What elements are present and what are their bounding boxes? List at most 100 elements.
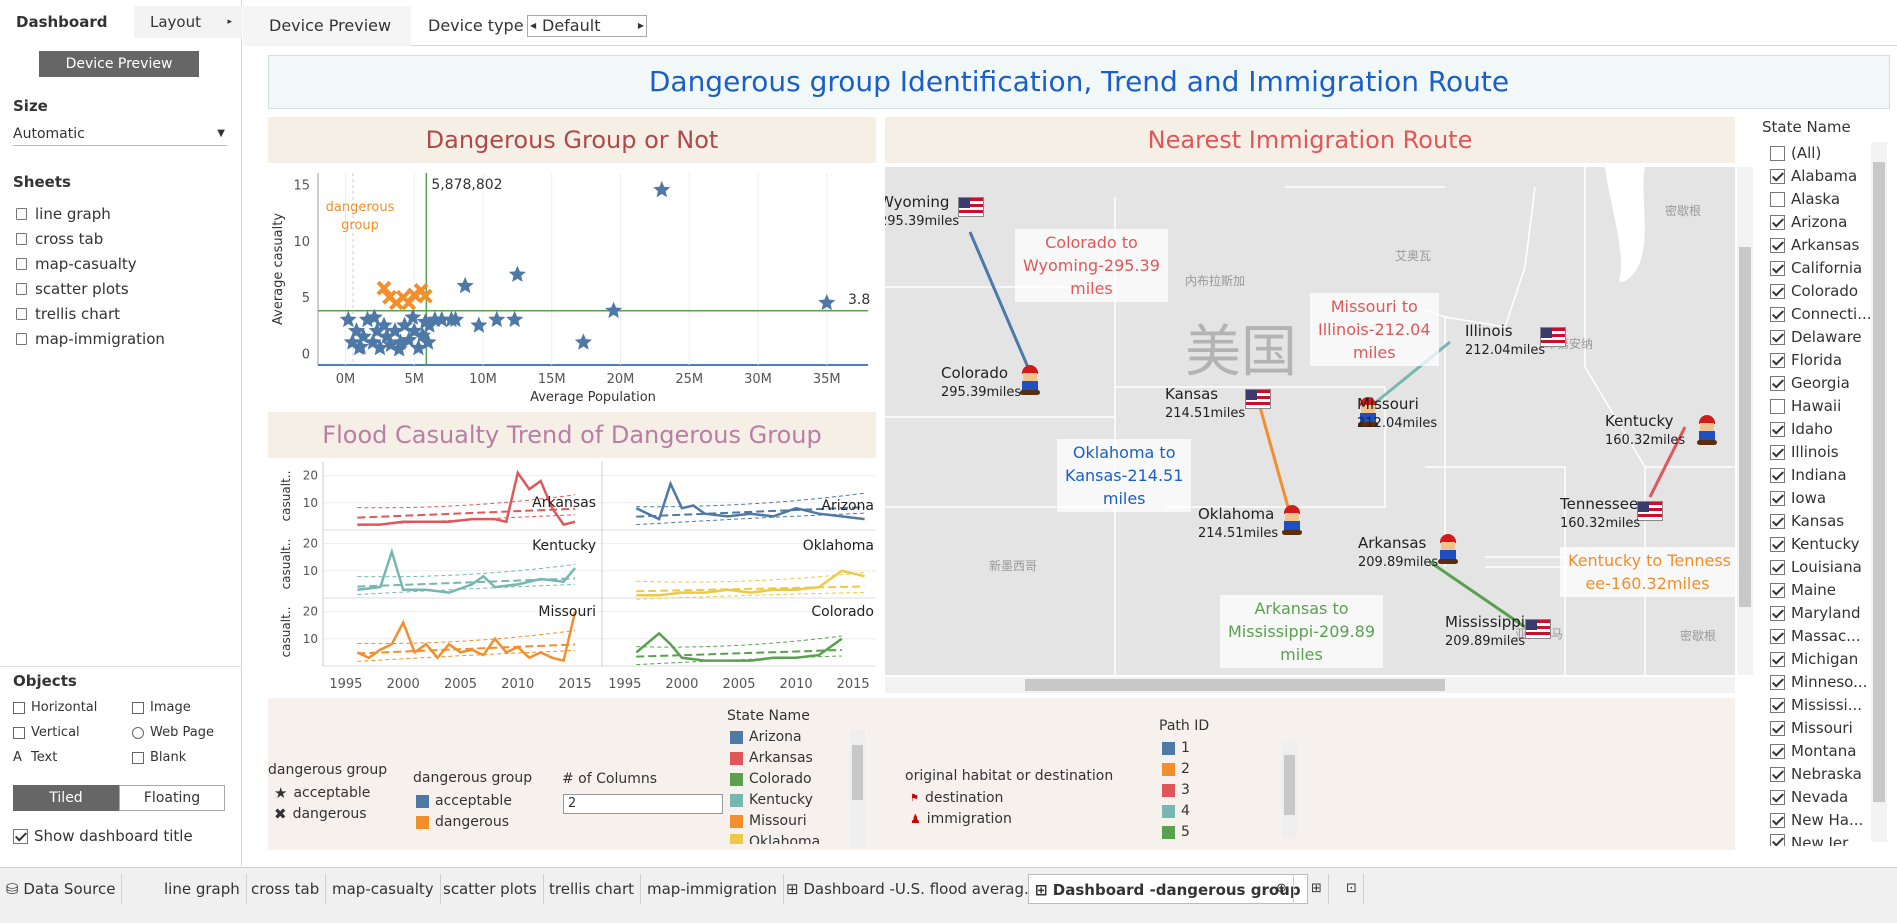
- state-filter-item[interactable]: Nevada: [1770, 788, 1848, 806]
- tab-scatter-plots[interactable]: scatter plots: [437, 874, 544, 904]
- object-web-page[interactable]: Web Page: [132, 725, 214, 740]
- state-filter-item[interactable]: Kansas: [1770, 512, 1844, 530]
- checkbox-icon[interactable]: [1770, 743, 1785, 759]
- checkbox-icon[interactable]: [1770, 513, 1785, 529]
- checkbox-icon[interactable]: [1770, 306, 1785, 322]
- state-filter-item[interactable]: Colorado: [1770, 282, 1858, 300]
- checkbox-icon[interactable]: [1770, 214, 1785, 230]
- tab-cross-tab[interactable]: cross tab: [245, 874, 327, 904]
- checkbox-icon[interactable]: [1770, 766, 1785, 782]
- state-legend-item[interactable]: Colorado: [730, 771, 812, 787]
- tab-dashboard-flood[interactable]: ⊞ Dashboard -U.S. flood averag...: [780, 874, 1046, 904]
- tab-dashboard[interactable]: Dashboard: [0, 6, 110, 38]
- floating-button[interactable]: Floating: [119, 785, 225, 811]
- state-filter-item[interactable]: Mississi...: [1770, 696, 1862, 714]
- state-filter-item[interactable]: Minneso...: [1770, 673, 1867, 691]
- state-filter-item[interactable]: Florida: [1770, 351, 1842, 369]
- checkbox-icon[interactable]: [1770, 789, 1785, 805]
- checkbox-icon[interactable]: [1770, 582, 1785, 598]
- checkbox-icon[interactable]: [1770, 352, 1785, 368]
- sheet-item[interactable]: line graph: [16, 205, 111, 223]
- state-filter-item[interactable]: Missouri: [1770, 719, 1853, 737]
- checkbox-icon[interactable]: [1770, 283, 1785, 299]
- tab-data-source[interactable]: ⛁ Data Source: [0, 874, 123, 904]
- color-legend-item[interactable]: dangerous: [416, 814, 509, 830]
- checkbox-icon[interactable]: [1770, 674, 1785, 690]
- sheet-item[interactable]: map-immigration: [16, 330, 165, 348]
- state-filter-item[interactable]: Massac...: [1770, 627, 1861, 645]
- sheet-item[interactable]: trellis chart: [16, 305, 120, 323]
- shape-legend-item[interactable]: ★ acceptable: [274, 784, 370, 802]
- checkbox-icon[interactable]: [1770, 237, 1785, 253]
- scrollbar-thumb[interactable]: [1873, 162, 1885, 802]
- state-filter-item[interactable]: Iowa: [1770, 489, 1826, 507]
- checkbox-icon[interactable]: [1770, 697, 1785, 713]
- columns-input[interactable]: 2: [563, 794, 723, 814]
- tiled-button[interactable]: Tiled: [13, 785, 119, 811]
- state-legend-item[interactable]: Oklahoma: [730, 834, 820, 844]
- checkbox-icon[interactable]: [1770, 490, 1785, 506]
- checkbox-icon[interactable]: [1770, 329, 1785, 345]
- state-filter-item[interactable]: Michigan: [1770, 650, 1858, 668]
- tab-map-immigration[interactable]: map-immigration: [641, 874, 784, 904]
- checkbox-icon[interactable]: [1770, 536, 1785, 552]
- checkbox-icon[interactable]: [1770, 812, 1785, 828]
- scrollbar-thumb[interactable]: [1025, 679, 1445, 691]
- new-story-button[interactable]: ⊡: [1340, 874, 1364, 904]
- tab-map-casualty[interactable]: map-casualty: [326, 874, 441, 904]
- new-worksheet-button[interactable]: ⊕: [1270, 874, 1294, 904]
- sheet-item[interactable]: cross tab: [16, 230, 103, 248]
- checkbox-icon[interactable]: [1770, 467, 1785, 483]
- state-legend-item[interactable]: Arkansas: [730, 750, 813, 766]
- path-legend-scrollbar[interactable]: [1282, 741, 1297, 837]
- state-filter-item[interactable]: (All): [1770, 144, 1821, 162]
- scrollbar-thumb[interactable]: [1739, 247, 1751, 607]
- state-filter-item[interactable]: Indiana: [1770, 466, 1847, 484]
- show-title-checkbox[interactable]: Show dashboard title: [13, 827, 193, 845]
- sheet-item[interactable]: map-casualty: [16, 255, 137, 273]
- state-filter-item[interactable]: New Jer...: [1770, 834, 1861, 846]
- habitat-legend-item[interactable]: ♟ immigration: [910, 811, 1012, 827]
- shape-legend-item[interactable]: ✖ dangerous: [274, 805, 367, 823]
- map-vertical-scrollbar[interactable]: [1737, 167, 1753, 675]
- state-legend-scrollbar[interactable]: [850, 730, 865, 848]
- state-filter-item[interactable]: Alaska: [1770, 190, 1840, 208]
- size-dropdown[interactable]: Automatic ▼: [13, 122, 227, 146]
- state-filter-item[interactable]: Maryland: [1770, 604, 1861, 622]
- state-filter-scrollbar[interactable]: [1871, 142, 1887, 842]
- path-legend-item[interactable]: 4: [1162, 803, 1190, 819]
- checkbox-icon[interactable]: [1770, 260, 1785, 276]
- object-vertical[interactable]: Vertical: [13, 725, 80, 740]
- path-legend-item[interactable]: 1: [1162, 740, 1190, 756]
- checkbox-icon[interactable]: [1770, 145, 1785, 161]
- scrollbar-thumb[interactable]: [852, 745, 863, 800]
- state-filter-item[interactable]: Illinois: [1770, 443, 1839, 461]
- path-legend-item[interactable]: 2: [1162, 761, 1190, 777]
- state-legend-item[interactable]: Arizona: [730, 729, 802, 745]
- immigration-map[interactable]: 美国 艾奥瓦 内布拉斯加 印第安纳 密歇根 新墨西哥 亚拉巴马 密歇根 Wyom…: [885, 167, 1735, 675]
- state-filter-item[interactable]: Idaho: [1770, 420, 1833, 438]
- tab-trellis-chart[interactable]: trellis chart: [543, 874, 642, 904]
- tab-line-graph[interactable]: line graph: [158, 874, 247, 904]
- state-filter-item[interactable]: California: [1770, 259, 1862, 277]
- object-horizontal[interactable]: Horizontal: [13, 700, 97, 715]
- checkbox-icon[interactable]: [1770, 834, 1785, 846]
- checkbox-icon[interactable]: [1770, 720, 1785, 736]
- state-filter-item[interactable]: Arkansas: [1770, 236, 1859, 254]
- habitat-legend-item[interactable]: ⚑ destination: [910, 790, 1003, 806]
- state-filter-item[interactable]: Delaware: [1770, 328, 1862, 346]
- state-filter-item[interactable]: Georgia: [1770, 374, 1850, 392]
- path-legend-item[interactable]: 5: [1162, 824, 1190, 840]
- state-filter-item[interactable]: Louisiana: [1770, 558, 1862, 576]
- device-preview-tab[interactable]: Device Preview: [243, 6, 411, 46]
- object-blank[interactable]: Blank: [132, 750, 186, 765]
- state-filter-item[interactable]: Connecti...: [1770, 305, 1872, 323]
- checkbox-icon[interactable]: [1770, 651, 1785, 667]
- checkbox-icon[interactable]: [1770, 559, 1785, 575]
- state-filter-item[interactable]: Alabama: [1770, 167, 1857, 185]
- state-filter-item[interactable]: Maine: [1770, 581, 1836, 599]
- state-filter-item[interactable]: Nebraska: [1770, 765, 1862, 783]
- checkbox-icon[interactable]: [1770, 375, 1785, 391]
- device-preview-button[interactable]: Device Preview: [39, 51, 199, 77]
- state-filter-item[interactable]: New Ha...: [1770, 811, 1863, 829]
